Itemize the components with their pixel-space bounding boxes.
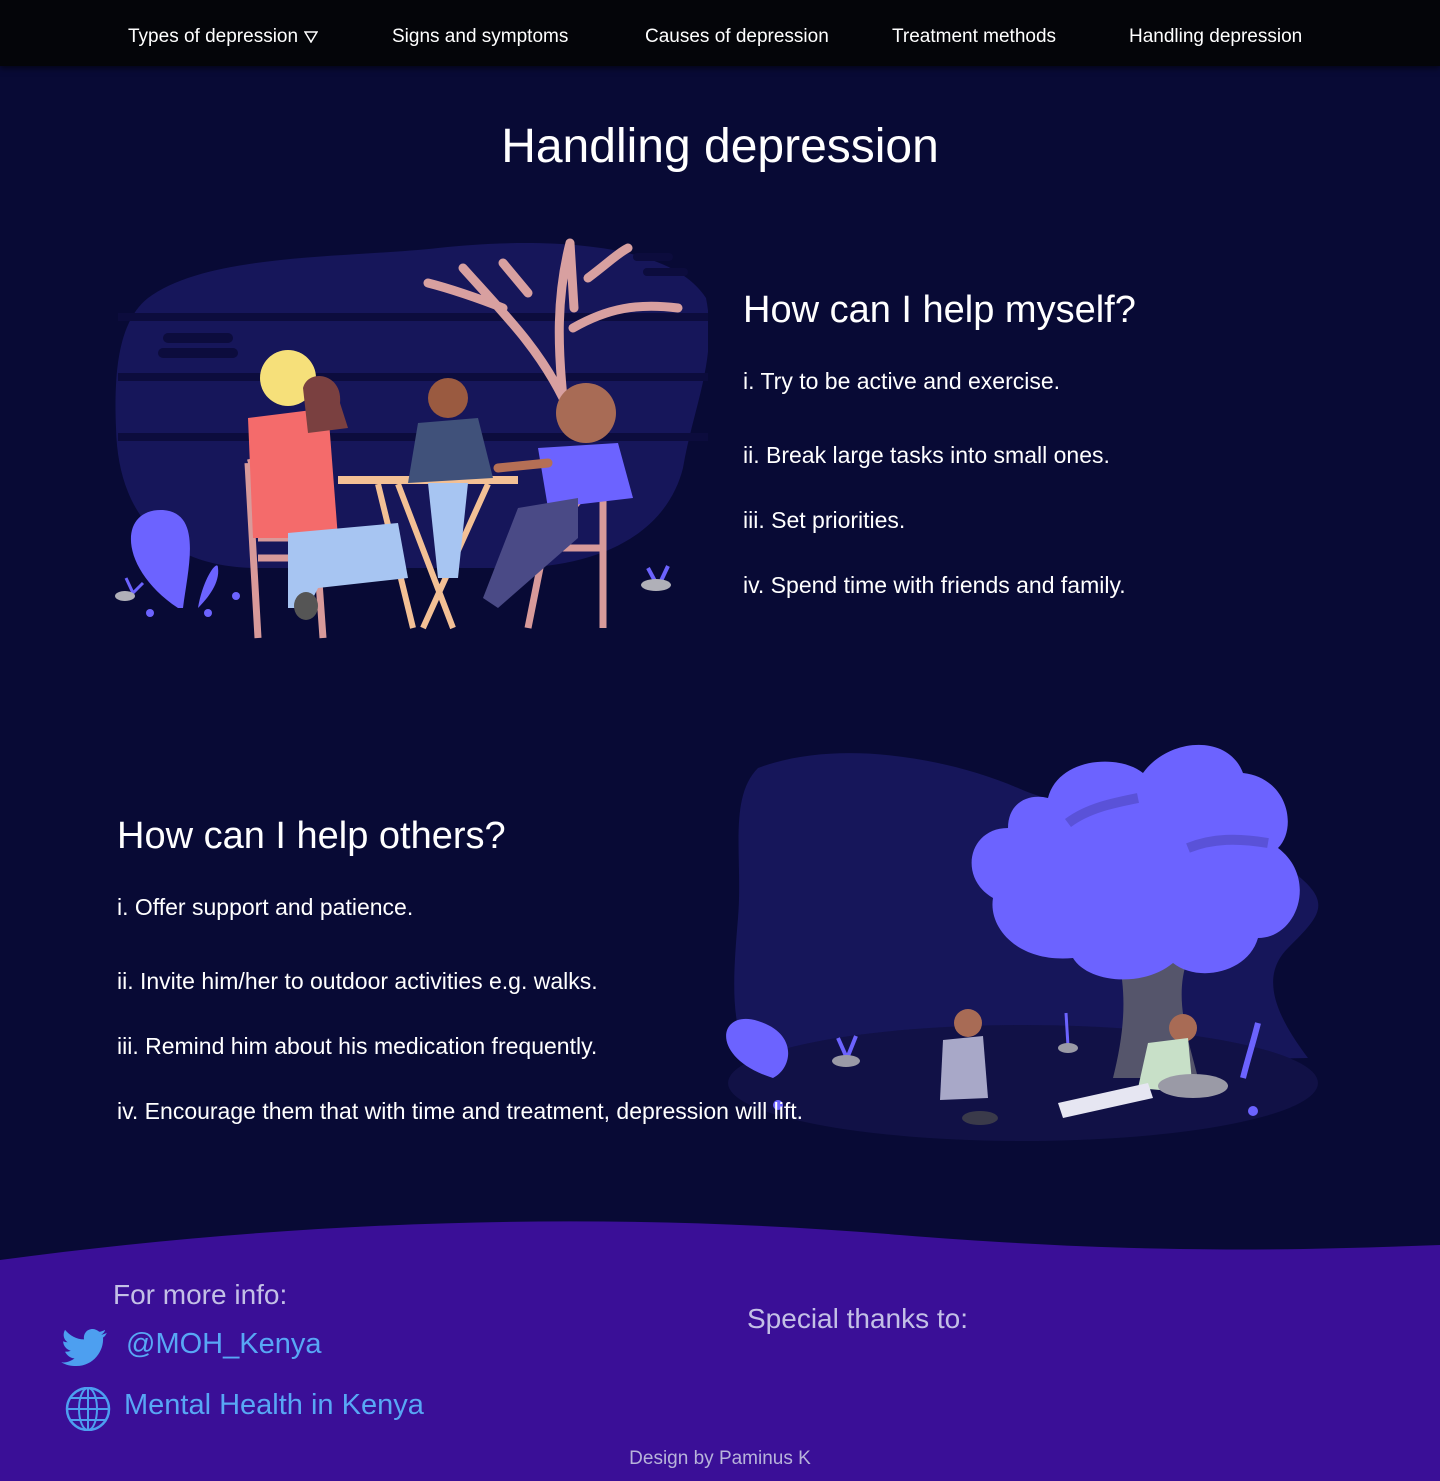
nav-item-label: Types of depression [128, 26, 299, 47]
help-others-tip: iii. Remind him about his medication fre… [117, 1033, 598, 1059]
top-navigation: Types of depression Signs and symptoms C… [0, 0, 1440, 66]
nav-item-causes-of-depression[interactable]: Causes of depression [645, 24, 829, 50]
nav-item-signs-and-symptoms[interactable]: Signs and symptoms [392, 24, 568, 50]
twitter-link[interactable]: @MOH_Kenya [126, 1326, 321, 1362]
self-help-heading: How can I help myself? [743, 289, 1136, 331]
triangle-down-icon [304, 31, 319, 43]
help-others-tip: iv. Encourage them that with time and tr… [117, 1098, 804, 1124]
nav-item-types-of-depression[interactable]: Types of depression [128, 24, 319, 50]
help-others-tip: i. Offer support and patience. [117, 894, 414, 920]
nav-item-label: Handling depression [1129, 26, 1303, 47]
nav-item-treatment-methods[interactable]: Treatment methods [892, 24, 1056, 50]
friends-at-table-illustration [115, 238, 708, 639]
self-help-tip: iii. Set priorities. [743, 507, 906, 533]
mental-health-website-link[interactable]: Mental Health in Kenya [124, 1387, 424, 1423]
help-others-heading: How can I help others? [117, 815, 506, 857]
people-under-tree-illustration [726, 744, 1319, 1141]
nav-item-label: Causes of depression [645, 26, 829, 47]
design-credit: Design by Paminus K [629, 1448, 811, 1469]
self-help-tip: i. Try to be active and exercise. [743, 368, 1061, 394]
special-thanks-label: Special thanks to: [747, 1303, 969, 1334]
globe-icon[interactable] [64, 1387, 112, 1431]
nav-item-label: Signs and symptoms [392, 26, 569, 47]
page-title: Handling depression [501, 120, 939, 173]
more-info-label: For more info: [113, 1279, 288, 1310]
nav-item-handling-depression[interactable]: Handling depression [1129, 24, 1302, 50]
help-others-tip: ii. Invite him/her to outdoor activities… [117, 968, 598, 994]
nav-item-label: Treatment methods [892, 26, 1057, 47]
self-help-tip: iv. Spend time with friends and family. [743, 572, 1126, 598]
twitter-icon[interactable] [60, 1328, 110, 1366]
self-help-tip: ii. Break large tasks into small ones. [743, 442, 1110, 468]
